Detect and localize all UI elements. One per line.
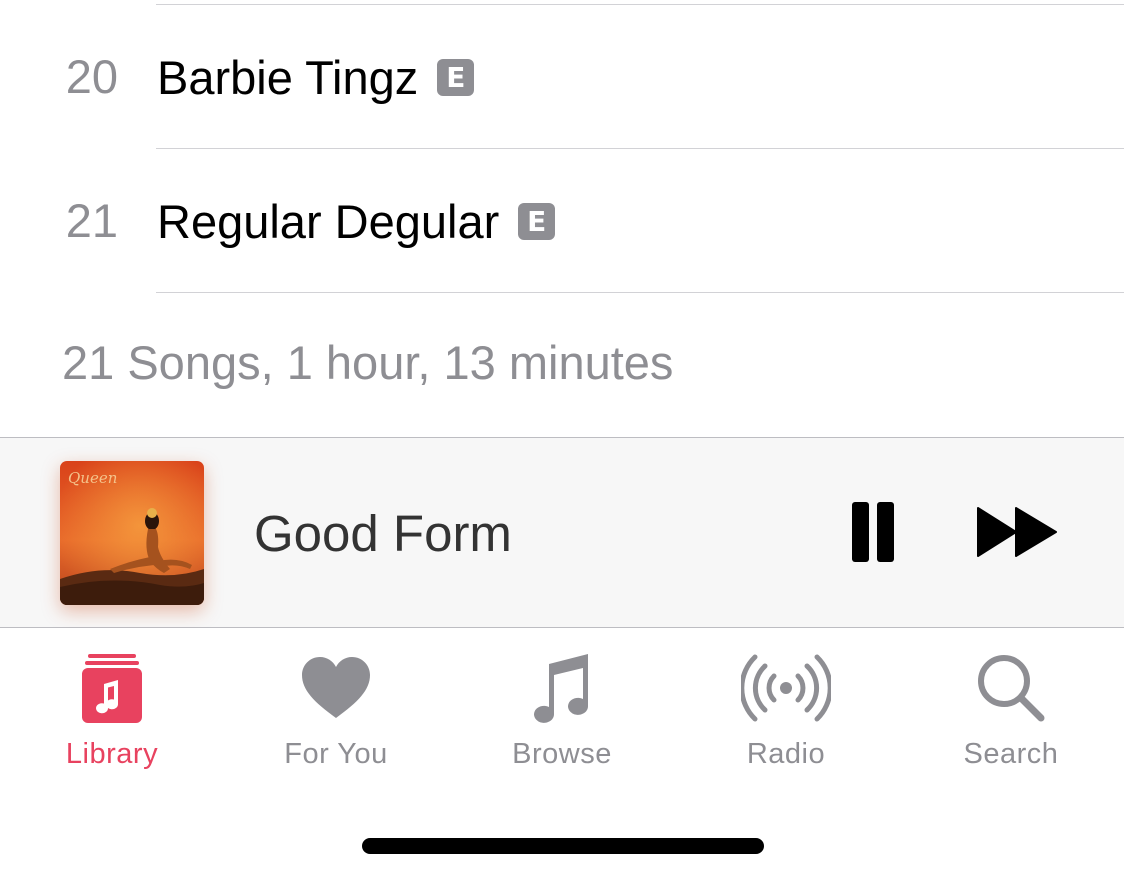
library-icon <box>67 650 157 726</box>
track-row[interactable]: 21 Regular Degular E <box>0 149 1124 293</box>
track-number: 21 <box>65 194 118 247</box>
tab-label: For You <box>284 738 388 770</box>
tab-library[interactable]: Library <box>0 628 224 778</box>
divider <box>156 292 1124 293</box>
track-title: Barbie Tingz <box>157 50 419 104</box>
tab-label: Browse <box>512 738 612 770</box>
skip-forward-button[interactable] <box>976 507 1058 557</box>
track-title: Regular Degular <box>157 194 500 248</box>
fast-forward-icon <box>977 507 1057 557</box>
album-artwork-image: Queen <box>60 461 204 605</box>
tab-search[interactable]: Search <box>899 628 1123 778</box>
tab-label: Radio <box>746 738 826 770</box>
track-row[interactable]: 20 Barbie Tingz E <box>0 5 1124 149</box>
radio-broadcast-icon <box>741 650 831 726</box>
heart-icon <box>291 650 381 726</box>
tab-radio[interactable]: Radio <box>674 628 898 778</box>
track-number: 20 <box>65 50 118 103</box>
explicit-badge: E <box>518 202 556 240</box>
track-title-group: Regular Degular E <box>157 149 556 293</box>
track-title-group: Barbie Tingz E <box>157 5 475 149</box>
music-app-screen: 20 Barbie Tingz E 21 Regular Degular E 2… <box>0 0 1124 877</box>
svg-text:Queen: Queen <box>68 469 117 487</box>
now-playing-title[interactable]: Good Form <box>254 438 512 629</box>
home-indicator[interactable] <box>362 838 764 854</box>
tab-label: Library <box>65 738 159 770</box>
explicit-badge: E <box>437 58 475 96</box>
pause-button[interactable] <box>850 502 896 562</box>
tab-for-you[interactable]: For You <box>224 628 448 778</box>
search-icon <box>966 650 1056 726</box>
album-artwork[interactable]: Queen <box>60 461 204 605</box>
music-note-icon <box>517 650 607 726</box>
mini-player[interactable]: Queen Good Form <box>0 437 1124 628</box>
tab-label: Search <box>963 738 1059 770</box>
tab-browse[interactable]: Browse <box>450 628 674 778</box>
album-summary: 21 Songs, 1 hour, 13 minutes <box>62 336 674 389</box>
